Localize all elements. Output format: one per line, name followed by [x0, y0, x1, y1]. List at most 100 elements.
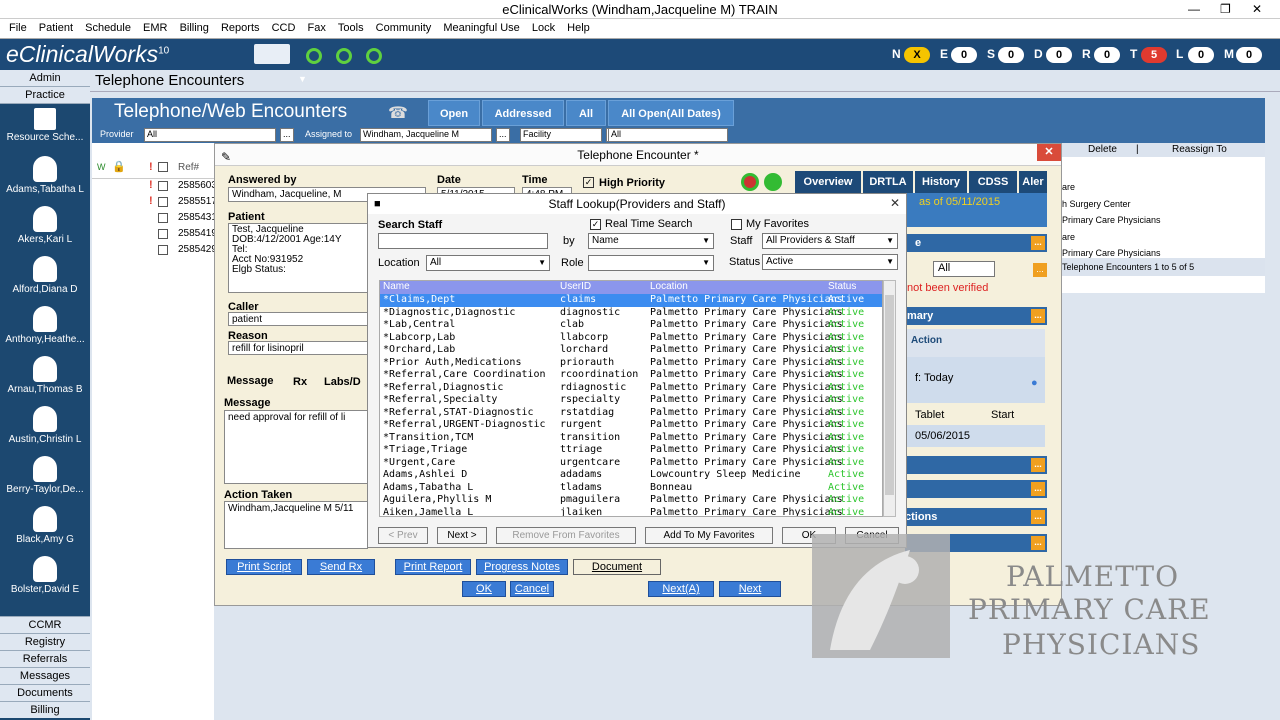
tab-history[interactable]: History [915, 171, 967, 193]
tab-addressed[interactable]: Addressed [482, 100, 564, 126]
role-select[interactable]: ▼ [588, 255, 714, 271]
print-report-button[interactable]: Print Report [395, 559, 471, 575]
send-rx-button[interactable]: Send Rx [307, 559, 375, 575]
sidebar-referrals[interactable]: Referrals [0, 650, 90, 667]
high-priority-checkbox[interactable]: ✓ [583, 177, 594, 188]
sidebar-provider[interactable]: Black,Amy G [0, 502, 90, 552]
tab-drtla[interactable]: DRTLA [863, 171, 913, 193]
panel-menu-icon[interactable]: ... [1031, 236, 1045, 250]
table-row[interactable]: Aiken,Jamella L jlaiken Palmetto Primary C… [380, 507, 882, 517]
sidebar-provider[interactable]: Arnau,Thomas B [0, 352, 90, 402]
menu-fax[interactable]: Fax [307, 22, 325, 34]
sidebar-provider[interactable]: Akers,Kari L [0, 202, 90, 252]
counter-m[interactable]: 0 [1236, 47, 1262, 63]
tab-cdss[interactable]: CDSS [969, 171, 1017, 193]
print-script-button[interactable]: Print Script [226, 559, 302, 575]
table-row[interactable]: ! 2585517 [92, 195, 217, 211]
search-by-select[interactable]: Name ▼ [588, 233, 714, 249]
counter-r[interactable]: 0 [1094, 47, 1120, 63]
status-dot-1[interactable] [306, 48, 322, 64]
table-row[interactable]: Aguilera,Phyllis M pmaguilera Palmetto Pri… [380, 494, 882, 507]
sidebar-billing[interactable]: Billing [0, 701, 90, 718]
table-row[interactable]: Adams,Ashlei D adadams Lowcountry Sleep Me… [380, 469, 882, 482]
next-a-button[interactable]: Next(A) [648, 581, 714, 597]
counter-n[interactable]: X [904, 47, 930, 63]
next-page-button[interactable]: Next > [437, 527, 487, 544]
table-row[interactable]: *Prior Auth,Medications priorauth Palmetto… [380, 357, 882, 370]
sidebar-documents[interactable]: Documents [0, 684, 90, 701]
table-row[interactable]: *Referral,Diagnostic rdiagnostic Palmetto … [380, 382, 882, 395]
sidebar-practice[interactable]: Practice [0, 87, 90, 104]
table-row[interactable]: *Triage,Triage ttriage Palmetto Primary Ca… [380, 444, 882, 457]
tab-rx[interactable]: Rx [293, 376, 307, 388]
facility-select[interactable]: Facility [520, 128, 602, 142]
tab-labs[interactable]: Labs/D [324, 376, 361, 388]
add-favorites-button[interactable]: Add To My Favorites [645, 527, 773, 544]
panel-menu-icon[interactable]: ... [1031, 458, 1045, 472]
tab-overview[interactable]: Overview [795, 171, 861, 193]
menu-meaningful-use[interactable]: Meaningful Use [443, 22, 519, 34]
table-row[interactable]: Adams,Tabatha L tladams Bonneau Active [380, 482, 882, 495]
menu-schedule[interactable]: Schedule [85, 22, 131, 34]
caller-field[interactable]: patient [228, 312, 368, 326]
table-row[interactable]: *Labcorp,Lab llabcorp Palmetto Primary Car… [380, 332, 882, 345]
status-dot-3[interactable] [366, 48, 382, 64]
sidebar-messages[interactable]: Messages [0, 667, 90, 684]
tab-message[interactable]: Message [227, 375, 273, 387]
sidebar-provider[interactable]: Bolster,David E [0, 552, 90, 602]
remove-favorites-button[interactable]: Remove From Favorites [496, 527, 636, 544]
table-row[interactable]: 2585431 [92, 211, 217, 227]
action-taken-field[interactable]: Windham,Jacqueline M 5/11 [224, 501, 368, 549]
table-row[interactable]: *Urgent,Care urgentcare Palmetto Primary C… [380, 457, 882, 470]
sidebar-provider[interactable]: Adams,Tabatha L [0, 152, 90, 202]
counter-t[interactable]: 5 [1141, 47, 1167, 63]
minimize-icon[interactable]: — [1188, 2, 1200, 16]
sidebar-resource-schedule[interactable]: Resource Sche... [0, 104, 90, 152]
sidebar-registry[interactable]: Registry [0, 633, 90, 650]
col-location[interactable]: Location [650, 281, 688, 292]
close-window-icon[interactable]: ✕ [1252, 2, 1262, 16]
menu-file[interactable]: File [9, 22, 27, 34]
table-row[interactable]: *Orchard,Lab lorchard Palmetto Primary Car… [380, 344, 882, 357]
menu-patient[interactable]: Patient [39, 22, 73, 34]
realtime-search-checkbox[interactable]: ✓ [590, 219, 601, 230]
all-select[interactable]: All [933, 261, 995, 277]
assigned-browse-button[interactable]: ... [496, 128, 510, 142]
table-row[interactable]: *Diagnostic,Diagnostic diagnostic Palmetto… [380, 307, 882, 320]
sidebar-provider[interactable]: Anthony,Heathe... [0, 302, 90, 352]
row-checkbox[interactable] [158, 229, 168, 239]
row-checkbox[interactable] [158, 181, 168, 191]
assigned-select[interactable]: Windham, Jacqueline M [360, 128, 492, 142]
document-button[interactable]: Document [573, 559, 661, 575]
chevron-down-icon[interactable]: ▼ [298, 74, 307, 84]
tab-alerts[interactable]: Aler [1019, 171, 1047, 193]
sidebar-ccmr[interactable]: CCMR [0, 616, 90, 633]
counter-d[interactable]: 0 [1046, 47, 1072, 63]
staff-type-select[interactable]: All Providers & Staff ▼ [762, 233, 898, 249]
tab-open[interactable]: Open [428, 100, 480, 126]
restore-icon[interactable]: ❐ [1220, 2, 1231, 16]
table-row[interactable]: *Lab,Central clab Palmetto Primary Care Ph… [380, 319, 882, 332]
panel-menu-icon[interactable]: ... [1031, 510, 1045, 524]
record-icon[interactable] [741, 173, 759, 191]
table-row[interactable]: *Transition,TCM transition Palmetto Primar… [380, 432, 882, 445]
counter-l[interactable]: 0 [1188, 47, 1214, 63]
delete-header[interactable]: Delete [1088, 144, 1117, 155]
tab-all[interactable]: All [566, 100, 606, 126]
row-checkbox[interactable] [158, 245, 168, 255]
progress-notes-button[interactable]: Progress Notes [476, 559, 568, 575]
table-scrollbar[interactable] [883, 280, 896, 517]
provider-browse-button[interactable]: ... [280, 128, 294, 142]
panel-menu-icon[interactable]: ... [1031, 309, 1045, 323]
ok-button[interactable]: OK [462, 581, 506, 597]
menu-ccd[interactable]: CCD [272, 22, 296, 34]
table-row[interactable]: *Referral,Specialty rspecialty Palmetto Pr… [380, 394, 882, 407]
menu-community[interactable]: Community [376, 22, 432, 34]
col-status[interactable]: Status [828, 281, 856, 292]
table-row[interactable]: *Referral,STAT-Diagnostic rstatdiag Palmet… [380, 407, 882, 420]
sidebar-admin[interactable]: Admin [0, 70, 90, 87]
scroll-thumb[interactable] [885, 295, 894, 495]
status-select[interactable]: Active ▼ [762, 254, 898, 270]
message-field[interactable]: need approval for refill of li [224, 410, 368, 484]
menu-lock[interactable]: Lock [532, 22, 555, 34]
